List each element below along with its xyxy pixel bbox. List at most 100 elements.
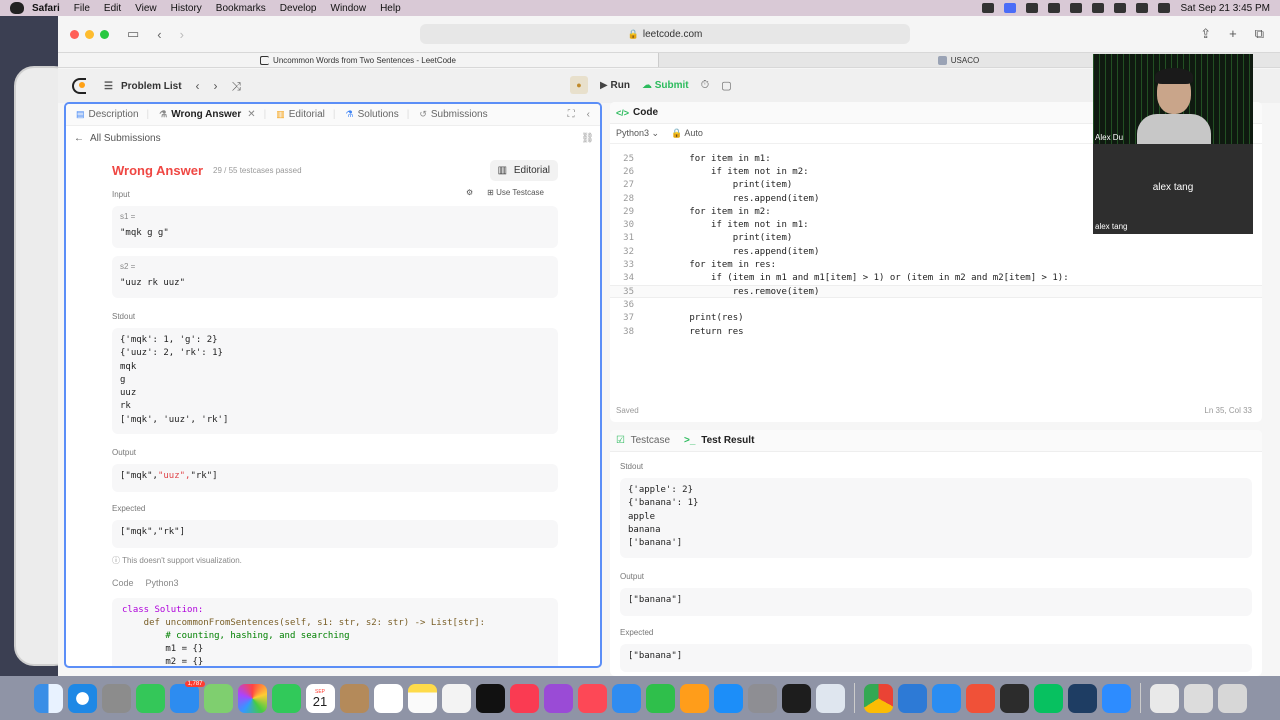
apple-tv-icon[interactable]: [475, 683, 505, 713]
close-window-button[interactable]: [70, 29, 79, 39]
system-settings-icon[interactable]: [747, 683, 777, 713]
downloads-stack-icon[interactable]: [1149, 683, 1179, 713]
podcasts-icon[interactable]: [543, 683, 573, 713]
app-store-icon[interactable]: [713, 683, 743, 713]
quicktime-icon[interactable]: [815, 683, 845, 713]
forward-arrow-icon[interactable]: ›: [180, 27, 184, 42]
tab-wrong-answer[interactable]: ⚗ Wrong Answer ✕: [159, 109, 255, 120]
address-bar[interactable]: 🔒 leetcode.com: [420, 24, 910, 44]
tab-editorial[interactable]: ▥ Editorial: [276, 109, 325, 120]
music-icon[interactable]: [509, 683, 539, 713]
reminders-icon[interactable]: [373, 683, 403, 713]
keynote-icon[interactable]: [611, 683, 641, 713]
chrome-icon[interactable]: [863, 683, 893, 713]
autocomplete-toggle[interactable]: 🔒 Auto: [671, 128, 703, 139]
mail-icon[interactable]: 1,787: [169, 680, 205, 713]
spotlight-search-icon[interactable]: [1136, 3, 1149, 13]
menu-app-name[interactable]: Safari: [32, 3, 60, 14]
swift-icon[interactable]: [965, 683, 995, 713]
submit-button[interactable]: ☁ Submit: [642, 80, 689, 91]
maximize-icon[interactable]: ⛶: [568, 109, 575, 120]
launchpad-icon[interactable]: [101, 683, 131, 713]
finder-icon[interactable]: [33, 683, 63, 713]
apple-menu-icon[interactable]: [10, 2, 24, 14]
sidebar-toggle-icon[interactable]: ▭: [127, 26, 139, 42]
contacts-icon[interactable]: [339, 683, 369, 713]
facetime-icon[interactable]: [271, 683, 301, 713]
leetcode-logo-icon[interactable]: [72, 78, 86, 94]
browser-tab-title: Uncommon Words from Two Sentences - Leet…: [273, 55, 456, 65]
new-tab-icon[interactable]: +: [1229, 26, 1237, 42]
zoom-icon[interactable]: [1101, 683, 1131, 713]
tab-overview-icon[interactable]: ⧉: [1255, 26, 1264, 42]
code-label: Code: [112, 578, 134, 588]
menu-edit[interactable]: Edit: [104, 3, 121, 14]
run-button[interactable]: ▶ Run: [600, 80, 630, 91]
menu-bookmarks[interactable]: Bookmarks: [216, 3, 266, 14]
menu-develop[interactable]: Develop: [280, 3, 317, 14]
stdout-line: {'mqk': 1, 'g': 2}: [120, 335, 218, 345]
video-call-overlay[interactable]: Alex Du alex tang alex tang: [1093, 54, 1253, 234]
pages-icon[interactable]: [679, 683, 709, 713]
tab-testcase[interactable]: ☑ Testcase: [616, 435, 670, 446]
menu-view[interactable]: View: [135, 3, 157, 14]
close-tab-icon[interactable]: ✕: [247, 109, 255, 120]
link-icon[interactable]: ⛓: [581, 133, 594, 144]
back-arrow-icon[interactable]: ‹: [157, 27, 161, 42]
maps-icon[interactable]: [203, 683, 233, 713]
minimize-window-button[interactable]: [85, 29, 94, 39]
volume-icon[interactable]: [1070, 3, 1083, 13]
menu-help[interactable]: Help: [380, 3, 401, 14]
affinity-icon[interactable]: [1067, 683, 1097, 713]
trash-icon[interactable]: [1217, 683, 1247, 713]
back-arrow-icon[interactable]: ←: [74, 133, 84, 144]
language-select[interactable]: Python3 ⌄: [616, 128, 659, 139]
menubar-clock[interactable]: Sat Sep 21 3:45 PM: [1180, 3, 1270, 14]
result-header: Wrong Answer 29 / 55 testcases passed ▥ …: [112, 160, 558, 181]
documents-stack-icon[interactable]: [1183, 683, 1213, 713]
share-icon[interactable]: ⇪: [1200, 26, 1211, 42]
news-icon[interactable]: [577, 683, 607, 713]
xcode-icon[interactable]: [931, 683, 961, 713]
vscode-icon[interactable]: [897, 683, 927, 713]
calendar-icon[interactable]: SEP 21: [305, 683, 335, 713]
debug-icon[interactable]: ●: [570, 76, 588, 94]
screen-share-icon[interactable]: [999, 683, 1029, 713]
wifi-icon[interactable]: [1114, 3, 1127, 13]
next-problem-icon[interactable]: ›: [214, 79, 218, 93]
zoom-window-button[interactable]: [100, 29, 109, 39]
browser-tab-leetcode[interactable]: Uncommon Words from Two Sentences - Leet…: [58, 53, 658, 67]
editorial-button[interactable]: ▥ Editorial: [489, 160, 558, 181]
safari-icon[interactable]: [67, 683, 97, 713]
timer-icon[interactable]: ⏱: [701, 79, 710, 92]
tab-solutions[interactable]: ⚗ Solutions: [346, 109, 399, 120]
zoom-status-icon[interactable]: [1004, 3, 1017, 13]
keyboard-input-icon[interactable]: [1092, 3, 1105, 13]
use-testcase-button[interactable]: ⊞ Use Testcase: [487, 188, 544, 197]
tab-description[interactable]: ▤ Description: [76, 109, 139, 120]
menu-file[interactable]: File: [74, 3, 90, 14]
play-status-icon[interactable]: [1048, 3, 1061, 13]
notes-app-icon[interactable]: [407, 683, 437, 713]
problem-list-button[interactable]: ☰ Problem List: [104, 81, 182, 92]
numbers-icon[interactable]: [645, 683, 675, 713]
terminal-app-icon[interactable]: [781, 683, 811, 713]
screen-record-icon[interactable]: [1026, 3, 1039, 13]
tab-test-result[interactable]: >_ Test Result: [684, 435, 754, 446]
messages-icon[interactable]: [135, 683, 165, 713]
menu-history[interactable]: History: [171, 3, 202, 14]
photos-icon[interactable]: [237, 683, 267, 713]
wechat-status-icon[interactable]: [982, 3, 995, 13]
shuffle-icon[interactable]: ⤨: [232, 79, 242, 94]
freeform-icon[interactable]: [441, 683, 471, 713]
menu-window[interactable]: Window: [331, 3, 367, 14]
wechat-icon[interactable]: [1033, 683, 1063, 713]
macos-menubar: Safari File Edit View History Bookmarks …: [0, 0, 1280, 16]
all-submissions-link[interactable]: All Submissions: [90, 133, 161, 144]
tab-submissions[interactable]: ↺ Submissions: [419, 109, 487, 120]
collapse-icon[interactable]: ‹: [587, 109, 590, 120]
control-center-icon[interactable]: [1158, 3, 1171, 13]
prev-problem-icon[interactable]: ‹: [196, 79, 200, 93]
notes-icon[interactable]: ▢: [721, 79, 731, 92]
debug-icon[interactable]: ⚙: [466, 188, 473, 197]
